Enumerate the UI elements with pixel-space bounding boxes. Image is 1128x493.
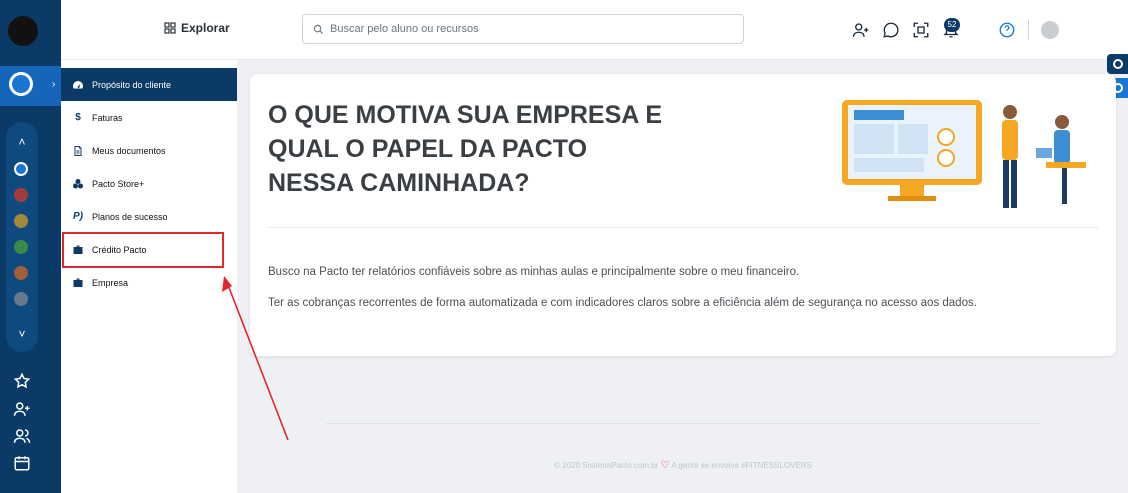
monitor-illustration — [842, 100, 1086, 208]
module-orange-icon[interactable] — [14, 266, 28, 280]
notification-badge: 52 — [944, 18, 960, 32]
store-icon — [72, 178, 84, 190]
grid-icon — [164, 22, 176, 34]
module-gray-icon[interactable] — [14, 292, 28, 306]
footer-divider — [326, 423, 1040, 424]
footer-copyright: © 2020 SistemaPacto.com.br — [554, 461, 659, 470]
title-line-3: NESSA CAMINHADA? — [268, 169, 530, 197]
title-line-2: QUAL O PAPEL DA PACTO — [268, 135, 588, 163]
highlight-box — [62, 232, 224, 268]
pacto-icon: P) — [73, 211, 83, 222]
page-title: O QUE MOTIVA SUA EMPRESA E QUAL O PAPEL … — [268, 98, 738, 200]
sidebar-item-faturas[interactable]: $ Faturas — [61, 101, 237, 134]
sidebar-item-label: Planos de sucesso — [92, 211, 168, 222]
star-icon[interactable] — [13, 372, 31, 390]
sidebar-item-empresa[interactable]: Empresa — [61, 266, 237, 299]
chevron-right-icon: › — [52, 79, 56, 90]
chevron-up-icon[interactable]: ˄ — [14, 134, 30, 150]
search-placeholder: Buscar pelo aluno ou recursos — [330, 23, 479, 35]
heart-icon: ♡ — [660, 460, 670, 471]
company-logo[interactable] — [8, 16, 38, 46]
users-icon[interactable] — [13, 427, 31, 445]
card-divider — [268, 227, 1098, 228]
footer: © 2020 SistemaPacto.com.br ♡ A gente se … — [250, 460, 1116, 471]
chat-icon[interactable] — [882, 21, 900, 39]
sidebar-item-documentos[interactable]: Meus documentos — [61, 134, 237, 167]
sidebar-item-label: Faturas — [92, 112, 123, 123]
explorar-label: Explorar — [181, 21, 230, 35]
dollar-icon: $ — [75, 112, 81, 123]
dashboard-icon — [72, 79, 84, 91]
accessibility-tab[interactable] — [1107, 54, 1128, 74]
pacto-brand-icon — [9, 72, 33, 96]
document-icon — [72, 145, 84, 157]
module-green-icon[interactable] — [14, 240, 28, 254]
rail-module-group — [6, 122, 38, 352]
add-user-icon[interactable] — [852, 21, 870, 39]
qrcode-icon[interactable] — [912, 21, 930, 39]
title-line-1: O QUE MOTIVA SUA EMPRESA E — [268, 101, 663, 129]
left-rail: ˄ ˅ — [0, 0, 61, 493]
explorar-button[interactable]: Explorar — [164, 21, 230, 35]
avatar[interactable] — [1041, 21, 1059, 39]
add-user-icon[interactable] — [13, 400, 31, 418]
sidebar-item-label: Meus documentos — [92, 145, 166, 156]
purpose-paragraph-2: Ter as cobranças recorrentes de forma au… — [268, 297, 977, 309]
purpose-paragraph-1: Busco na Pacto ter relatórios confiáveis… — [268, 266, 800, 278]
sidebar-item-store[interactable]: Pacto Store+ — [61, 167, 237, 200]
calendar-icon[interactable] — [13, 454, 31, 472]
search-input[interactable]: Buscar pelo aluno ou recursos — [302, 14, 744, 44]
sidebar-item-proposito[interactable]: › Propósito do cliente — [52, 68, 237, 101]
help-icon[interactable] — [998, 21, 1016, 39]
module-yellow-icon[interactable] — [14, 214, 28, 228]
chevron-down-icon[interactable]: ˅ — [14, 326, 30, 342]
toolbar-divider — [1028, 20, 1029, 40]
search-icon — [313, 24, 324, 34]
sidebar-item-label: Propósito do cliente — [92, 79, 172, 90]
purpose-card: O QUE MOTIVA SUA EMPRESA E QUAL O PAPEL … — [250, 74, 1116, 356]
sidebar-item-label: Pacto Store+ — [92, 178, 145, 189]
footer-tagline: A gente se envolve #FITNESSLOVERS — [671, 461, 812, 470]
briefcase-icon — [72, 277, 84, 289]
sidebar-item-label: Empresa — [92, 277, 129, 288]
module-red-icon[interactable] — [14, 188, 28, 202]
sidebar-item-planos[interactable]: P) Planos de sucesso — [61, 200, 237, 233]
module-blue-icon[interactable] — [14, 162, 28, 176]
